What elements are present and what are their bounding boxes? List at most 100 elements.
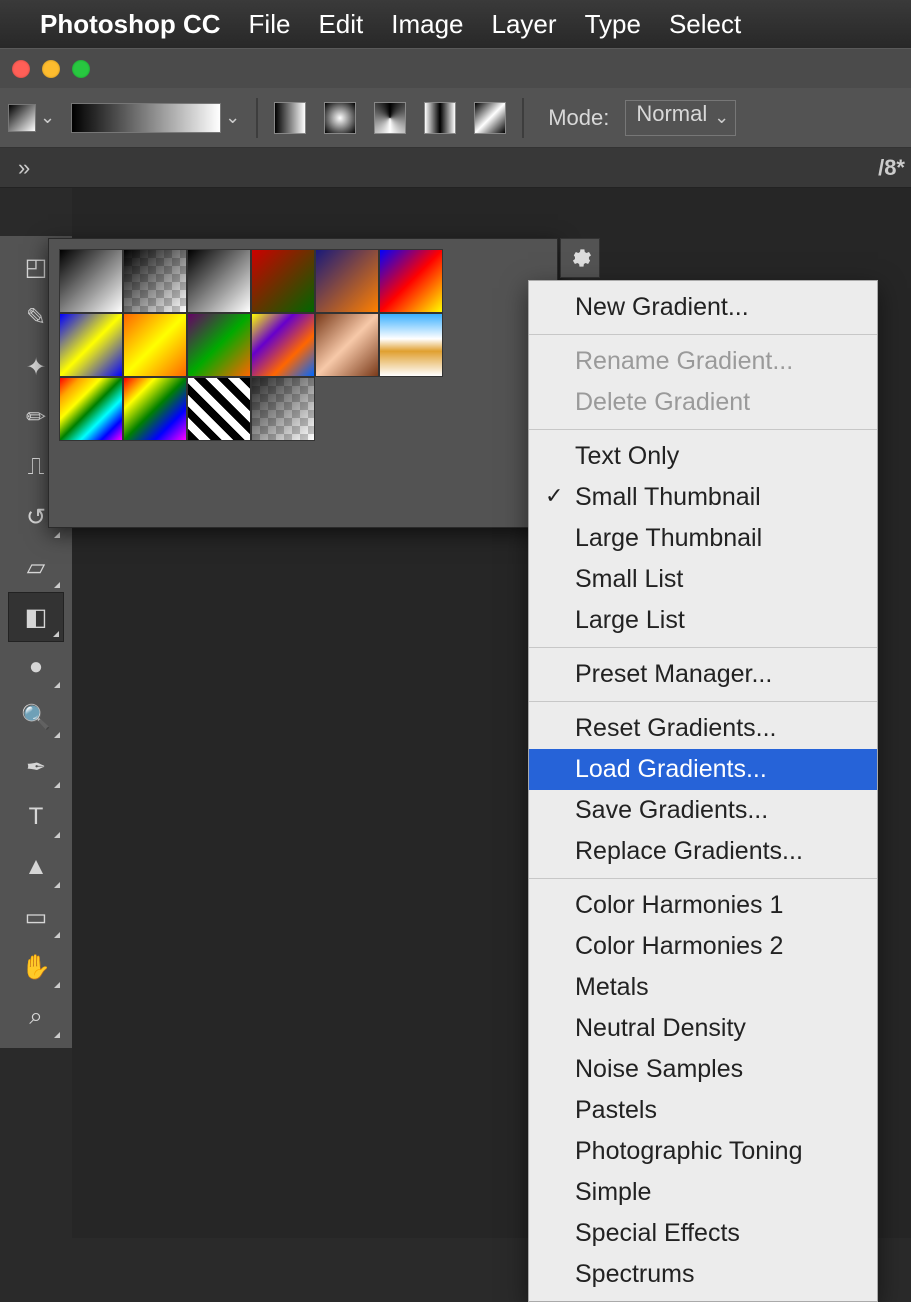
menu-item-small-thumbnail[interactable]: ✓Small Thumbnail — [529, 477, 877, 518]
menu-type[interactable]: Type — [585, 9, 641, 40]
gradient-preset-copper[interactable] — [315, 313, 379, 377]
tool-preset-swatch[interactable] — [8, 104, 36, 132]
gear-icon — [568, 246, 592, 270]
menu-item-large-thumbnail[interactable]: Large Thumbnail — [529, 518, 877, 559]
blend-mode-label: Mode: — [548, 105, 609, 131]
menu-file[interactable]: File — [249, 9, 291, 40]
document-tab-row: » /8* — [0, 148, 911, 188]
menu-item-load-gradients[interactable]: Load Gradients... — [529, 749, 877, 790]
gradient-type-reflected[interactable] — [424, 102, 456, 134]
eraser-tool-icon: ▱ — [27, 553, 45, 582]
gradient-preset-transparent-rainbow[interactable] — [123, 377, 187, 441]
gradient-preset-black-white[interactable] — [187, 249, 251, 313]
flyout-corner-icon — [54, 532, 60, 538]
menu-item-replace-gradients[interactable]: Replace Gradients... — [529, 831, 877, 872]
menu-item-new-gradient[interactable]: New Gradient... — [529, 287, 877, 328]
menu-item-color-harmonies-2[interactable]: Color Harmonies 2 — [529, 926, 877, 967]
menu-item-reset-gradients[interactable]: Reset Gradients... — [529, 708, 877, 749]
menu-item-label: Simple — [575, 1178, 651, 1206]
fullscreen-window-button[interactable] — [72, 60, 90, 78]
blend-mode-select[interactable]: Normal ⌄ — [625, 100, 736, 136]
gradient-preset-violet-green-orange[interactable] — [187, 313, 251, 377]
close-window-button[interactable] — [12, 60, 30, 78]
flyout-corner-icon — [54, 832, 60, 838]
menu-image[interactable]: Image — [391, 9, 463, 40]
menu-layer[interactable]: Layer — [492, 9, 557, 40]
menu-item-simple[interactable]: Simple — [529, 1172, 877, 1213]
menu-item-color-harmonies-1[interactable]: Color Harmonies 1 — [529, 885, 877, 926]
flyout-corner-icon — [54, 782, 60, 788]
menu-item-large-list[interactable]: Large List — [529, 600, 877, 641]
type-tool[interactable]: T — [8, 792, 64, 842]
pen-tool[interactable]: ✒ — [8, 742, 64, 792]
menu-item-spectrums[interactable]: Spectrums — [529, 1254, 877, 1295]
rectangle-tool[interactable]: ▭ — [8, 892, 64, 942]
gradient-preset-blue-red-yellow[interactable] — [379, 249, 443, 313]
picker-flyout-gear-button[interactable] — [560, 238, 600, 278]
gradient-type-angle[interactable] — [374, 102, 406, 134]
history-brush-tool-icon: ↺ — [26, 503, 46, 532]
menu-item-label: New Gradient... — [575, 293, 749, 321]
menu-item-label: Noise Samples — [575, 1055, 743, 1083]
gradient-type-diamond[interactable] — [474, 102, 506, 134]
eyedropper-tool-icon: ✎ — [26, 303, 46, 332]
gradient-tool[interactable]: ◧ — [8, 592, 64, 642]
menu-item-pastels[interactable]: Pastels — [529, 1090, 877, 1131]
menu-item-photographic-toning[interactable]: Photographic Toning — [529, 1131, 877, 1172]
gradient-preset-neutral-density[interactable] — [251, 377, 315, 441]
menu-select[interactable]: Select — [669, 9, 741, 40]
minimize-window-button[interactable] — [42, 60, 60, 78]
window-titlebar — [0, 48, 911, 88]
path-select-tool[interactable]: ▲ — [8, 842, 64, 892]
gradient-preset-blue-yellow-blue[interactable] — [59, 313, 123, 377]
gradient-preset-chrome[interactable] — [379, 313, 443, 377]
menu-edit[interactable]: Edit — [318, 9, 363, 40]
gradient-preset-foreground-to-background[interactable] — [59, 249, 123, 313]
tool-options-bar: ⌄ ⌄ Mode: Normal ⌄ — [0, 88, 911, 148]
tool-preset-chevron-icon[interactable]: ⌄ — [40, 107, 55, 128]
brush-tool-icon: ✏ — [26, 403, 46, 432]
menu-item-special-effects[interactable]: Special Effects — [529, 1213, 877, 1254]
menu-item-text-only[interactable]: Text Only — [529, 436, 877, 477]
menu-item-label: Photographic Toning — [575, 1137, 803, 1165]
document-tab-title[interactable]: /8* — [878, 155, 911, 181]
gradient-preset-grid — [59, 249, 547, 441]
eraser-tool[interactable]: ▱ — [8, 542, 64, 592]
gradient-preset-spectrum[interactable] — [59, 377, 123, 441]
hand-tool[interactable]: ✋ — [8, 942, 64, 992]
blend-mode-value: Normal — [636, 101, 707, 126]
dodge-tool-icon: 🔍 — [21, 703, 51, 732]
menu-item-preset-manager[interactable]: Preset Manager... — [529, 654, 877, 695]
gradient-preset-yellow-violet-orange-blue[interactable] — [251, 313, 315, 377]
gradient-preset-transparent-stripes[interactable] — [187, 377, 251, 441]
blur-tool[interactable]: ● — [8, 642, 64, 692]
gradient-type-linear[interactable] — [274, 102, 306, 134]
menu-item-noise-samples[interactable]: Noise Samples — [529, 1049, 877, 1090]
zoom-tool[interactable]: ⌕ — [8, 992, 64, 1042]
menu-item-label: Special Effects — [575, 1219, 740, 1247]
gradient-picker-chevron-icon[interactable]: ⌄ — [225, 107, 240, 128]
menu-item-small-list[interactable]: Small List — [529, 559, 877, 600]
gradient-preset-orange-yellow-orange[interactable] — [123, 313, 187, 377]
gradient-preview[interactable] — [71, 103, 221, 133]
gradient-preset-red-green[interactable] — [251, 249, 315, 313]
menu-item-rename-gradient: Rename Gradient... — [529, 341, 877, 382]
menu-separator — [529, 334, 877, 335]
gradient-picker-panel — [48, 238, 558, 528]
gradient-type-radial[interactable] — [324, 102, 356, 134]
menu-item-save-gradients[interactable]: Save Gradients... — [529, 790, 877, 831]
app-name[interactable]: Photoshop CC — [40, 9, 221, 40]
dodge-tool[interactable]: 🔍 — [8, 692, 64, 742]
menu-item-label: Large Thumbnail — [575, 524, 762, 552]
gradient-preset-violet-orange[interactable] — [315, 249, 379, 313]
clone-stamp-tool-icon: ⎍ — [28, 453, 45, 481]
flyout-corner-icon — [54, 882, 60, 888]
menu-item-neutral-density[interactable]: Neutral Density — [529, 1008, 877, 1049]
expand-panels-button[interactable]: » — [18, 155, 30, 181]
gradient-picker-context-menu: New Gradient... Rename Gradient... Delete … — [528, 280, 878, 1302]
menu-item-label: Preset Manager... — [575, 660, 772, 688]
menu-separator — [529, 878, 877, 879]
menu-item-label: Delete Gradient — [575, 388, 750, 416]
gradient-preset-foreground-to-transparent[interactable] — [123, 249, 187, 313]
menu-item-metals[interactable]: Metals — [529, 967, 877, 1008]
